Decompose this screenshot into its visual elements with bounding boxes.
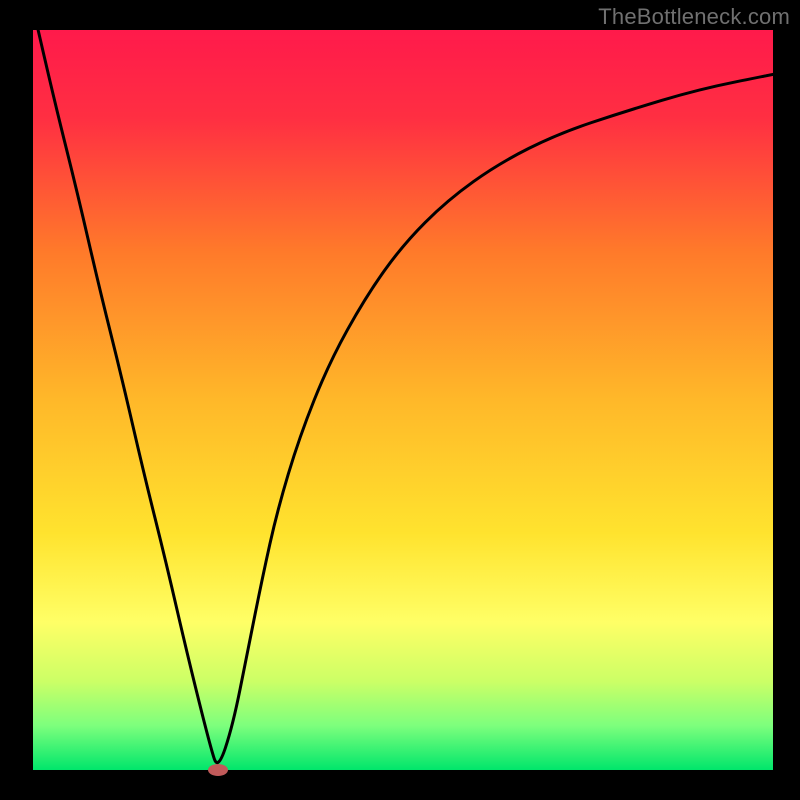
optimal-point-marker <box>208 764 228 776</box>
watermark-text: TheBottleneck.com <box>598 4 790 30</box>
chart-frame: TheBottleneck.com <box>0 0 800 800</box>
plot-background <box>33 30 773 770</box>
bottleneck-chart <box>0 0 800 800</box>
